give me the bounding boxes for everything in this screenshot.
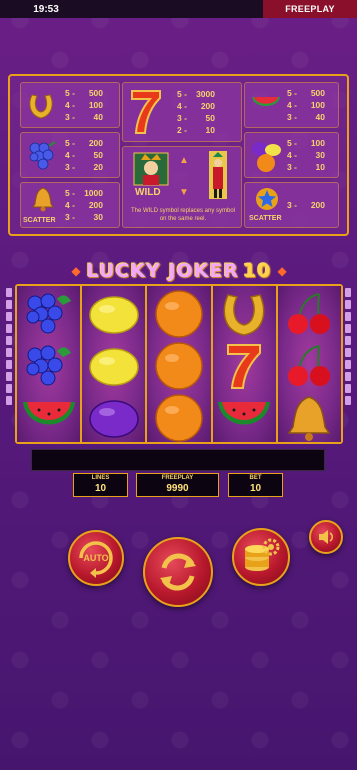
arrow-down-icon: ▼ [179, 187, 189, 198]
scatter-label: SCATTER [23, 217, 56, 224]
bell-icon [278, 392, 341, 444]
horseshoe-icon [29, 94, 53, 119]
orange-icon [147, 392, 210, 444]
reel-window [15, 284, 343, 444]
orange-icon [147, 288, 210, 340]
diamond-icon: ◆ [277, 264, 287, 278]
coins-gear-icon [245, 538, 280, 571]
grapes-icon [17, 288, 80, 340]
seven-icon [213, 340, 276, 392]
paytable-seven: 5 -3000 4 -200 3 -50 2 -10 [122, 82, 242, 142]
reel-3 [145, 286, 211, 444]
paytable-grapes: 5 -200 4 -50 3 -20 [20, 132, 120, 178]
auto-label: AUTO [83, 553, 108, 563]
paytable-wild: WILD ▲ ▼ The WILD symbol replaces any sy… [122, 146, 242, 228]
bet-label: BET [249, 475, 262, 481]
freeplay-label: FREEPLAY [161, 475, 194, 481]
payline-markers-right [345, 288, 351, 405]
lemon-icon [82, 288, 145, 340]
plum-icon [82, 392, 145, 444]
cherries-icon [278, 288, 341, 340]
grapes-icon [17, 340, 80, 392]
freeplay-box: FREEPLAY 9990 [136, 473, 219, 497]
game-logo: ◆ LUCKY JOKER 10 ◆ [44, 258, 314, 284]
reel-2 [80, 286, 146, 444]
lines-box[interactable]: LINES 10 [73, 473, 128, 497]
lines-value: 10 [94, 483, 107, 494]
lines-label: LINES [91, 475, 110, 481]
bet-settings-button[interactable] [232, 528, 290, 586]
lemon-icon [82, 340, 145, 392]
paytable-horseshoe: 5 -500 4 -100 3 -40 [20, 82, 120, 128]
paytable-fruits: 5 -100 4 -30 3 -10 [244, 132, 339, 178]
wild-label: WILD [135, 187, 161, 198]
speaker-icon [319, 530, 333, 544]
paytable-star-scatter: SCATTER 3 -200 [244, 182, 339, 228]
grapes-icon [29, 141, 56, 170]
arrow-up-icon: ▲ [179, 155, 189, 166]
reel-4 [210, 286, 276, 444]
watermelon-icon [252, 97, 280, 106]
cherries-icon [278, 340, 341, 392]
game-title: LUCKY JOKER [86, 260, 239, 282]
sound-button[interactable] [309, 520, 343, 554]
message-bar [31, 449, 325, 471]
game-title-number: 10 [243, 260, 272, 282]
star-icon [256, 188, 278, 210]
horseshoe-icon [213, 288, 276, 340]
paytable-watermelon: 5 -500 4 -100 3 -40 [244, 82, 339, 128]
plum-lemon-orange-icon [252, 142, 281, 172]
spin-icon [160, 553, 196, 591]
paytable: 5 -500 4 -100 3 -40 5 -200 4 -50 3 -20 S… [8, 74, 349, 236]
auto-icon: AUTO [79, 541, 113, 578]
orange-icon [147, 340, 210, 392]
diamond-icon: ◆ [71, 264, 81, 278]
watermelon-icon [213, 392, 276, 444]
spin-button[interactable] [143, 537, 213, 607]
wild-description: The WILD symbol replaces any symbol on t… [130, 208, 236, 222]
clock: 19:53 [33, 3, 59, 15]
payline-markers-left [6, 288, 12, 405]
bell-icon [32, 187, 54, 212]
bet-value: 10 [249, 483, 262, 494]
watermelon-icon [17, 392, 80, 444]
reel-5 [275, 286, 342, 444]
freeplay-badge: FREEPLAY [263, 0, 357, 18]
auto-button[interactable]: AUTO [68, 530, 124, 586]
bet-box[interactable]: BET 10 [228, 473, 283, 497]
scatter-label: SCATTER [249, 215, 282, 222]
joker-wild-icon [133, 152, 169, 186]
freeplay-value: 9990 [166, 483, 189, 494]
joker-figure-icon [209, 151, 227, 199]
reel-1 [17, 286, 81, 444]
seven-icon [131, 90, 161, 134]
paytable-bell-scatter: SCATTER 5 -1000 4 -200 3 -30 [20, 182, 120, 228]
